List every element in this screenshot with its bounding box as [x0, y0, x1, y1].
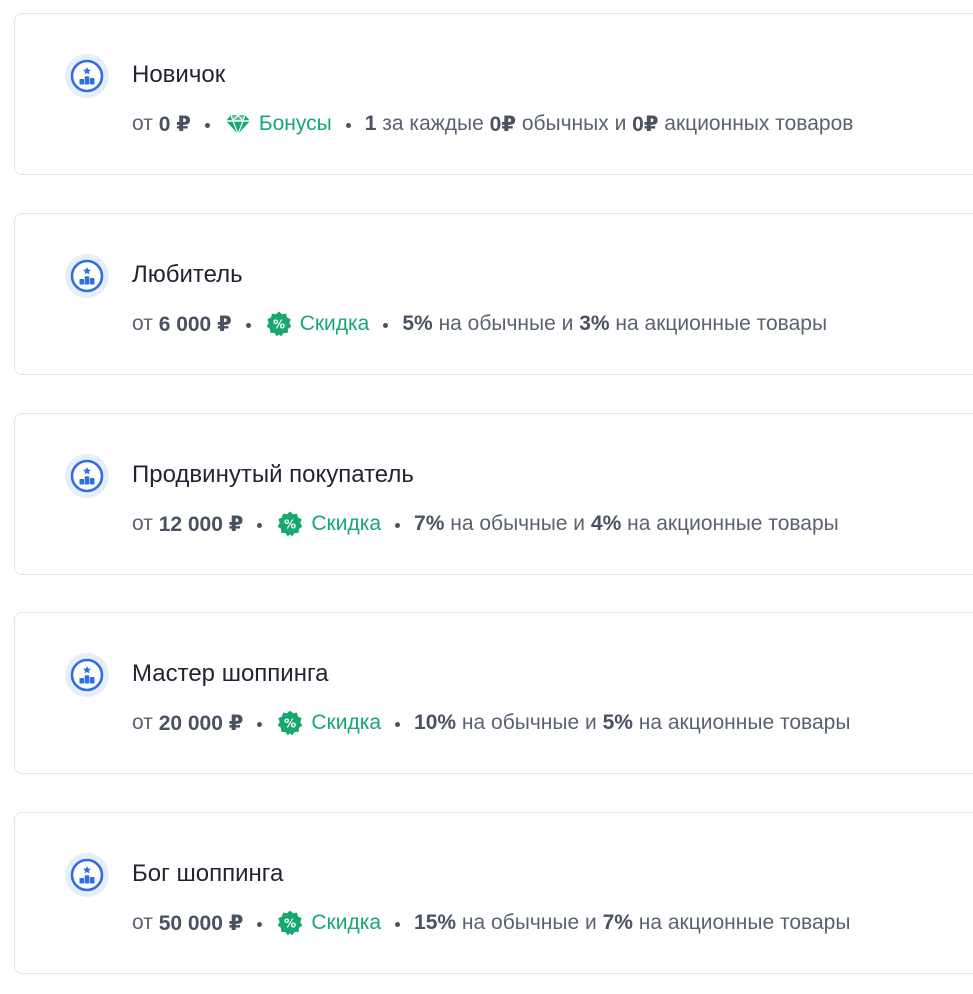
- threshold-prefix: от: [132, 512, 153, 535]
- separator-dot: [383, 322, 389, 328]
- threshold-amount: 50 000 ₽: [158, 911, 244, 935]
- promo-discount-text: на акционные товары: [638, 711, 851, 734]
- bonus-regular-text: обычных и: [521, 112, 627, 135]
- separator-dot: [395, 721, 401, 727]
- regular-discount: 5%: [402, 312, 433, 335]
- level-title: Продвинутый покупатель: [132, 461, 414, 488]
- svg-text:%: %: [284, 717, 296, 731]
- regular-discount-text: на обычные и: [461, 711, 597, 734]
- level-title: Бог шоппинга: [132, 860, 284, 887]
- discount-percent-icon: %: [276, 510, 304, 538]
- benefit-label: Скидка: [311, 512, 382, 535]
- level-podium-icon: [65, 254, 109, 298]
- level-meta: от 50 000 ₽ % Скидка 15% на обычные и 7%…: [132, 908, 850, 938]
- regular-discount-text: на обычные и: [438, 312, 574, 335]
- level-podium-icon: [65, 54, 109, 98]
- separator-dot: [395, 921, 401, 927]
- benefit-label: Бонусы: [258, 112, 332, 135]
- level-meta: от 12 000 ₽ % Скидка 7% на обычные и 4% …: [132, 509, 839, 539]
- promo-discount-text: на акционные товары: [638, 911, 851, 934]
- threshold-amount: 20 000 ₽: [158, 711, 244, 735]
- threshold-amount: 6 000 ₽: [158, 312, 232, 336]
- discount-percent-icon: %: [265, 310, 293, 338]
- promo-discount: 3%: [579, 312, 610, 335]
- level-title: Любитель: [132, 261, 243, 288]
- threshold-prefix: от: [132, 112, 153, 135]
- level-card-shopping-master: Мастер шоппинга от 20 000 ₽ % Скидка 10%…: [14, 612, 973, 774]
- separator-dot: [245, 322, 251, 328]
- level-title: Мастер шоппинга: [132, 660, 329, 687]
- level-card-amateur: Любитель от 6 000 ₽ % Скидка 5% на обычн…: [14, 213, 973, 375]
- bonus-regular-sum: 0₽: [489, 112, 516, 136]
- diamond-icon: [224, 110, 252, 138]
- regular-discount: 10%: [414, 711, 457, 734]
- level-podium-icon: [65, 454, 109, 498]
- svg-text:%: %: [284, 518, 296, 532]
- separator-dot: [257, 522, 263, 528]
- bonus-promo-sum: 0₽: [632, 112, 659, 136]
- level-meta: от 6 000 ₽ % Скидка 5% на обычные и 3% н…: [132, 309, 827, 339]
- svg-text:%: %: [273, 318, 285, 332]
- promo-discount-text: на акционные товары: [627, 512, 839, 535]
- svg-text:%: %: [284, 917, 296, 931]
- separator-dot: [257, 721, 263, 727]
- separator-dot: [257, 921, 263, 927]
- bonus-promo-text: акционных товаров: [664, 112, 854, 135]
- level-podium-icon: [65, 853, 109, 897]
- bonus-amount: 1: [364, 112, 377, 135]
- separator-dot: [345, 122, 351, 128]
- level-card-advanced: Продвинутый покупатель от 12 000 ₽ % Ски…: [14, 413, 973, 575]
- threshold-amount: 12 000 ₽: [158, 512, 244, 536]
- benefit-label: Скидка: [299, 312, 370, 335]
- discount-percent-icon: %: [276, 909, 304, 937]
- regular-discount: 7%: [414, 512, 445, 535]
- threshold-amount: 0 ₽: [158, 112, 191, 136]
- regular-discount-text: на обычные и: [461, 911, 597, 934]
- level-podium-icon: [65, 653, 109, 697]
- threshold-prefix: от: [132, 312, 153, 335]
- discount-percent-icon: %: [276, 709, 304, 737]
- level-meta: от 20 000 ₽ % Скидка 10% на обычные и 5%…: [132, 708, 850, 738]
- threshold-prefix: от: [132, 711, 153, 734]
- level-meta: от 0 ₽ Бонусы 1 за каждые 0₽ обычных и 0…: [132, 109, 853, 139]
- level-card-novice: Новичок от 0 ₽ Бонусы 1 за каждые 0₽ обы…: [14, 13, 973, 175]
- level-card-shopping-god: Бог шоппинга от 50 000 ₽ % Скидка 15% на…: [14, 812, 973, 974]
- bonus-per-text: за каждые: [382, 112, 484, 135]
- promo-discount: 7%: [602, 911, 633, 934]
- regular-discount: 15%: [414, 911, 457, 934]
- loyalty-levels-list: Новичок от 0 ₽ Бонусы 1 за каждые 0₽ обы…: [0, 0, 973, 994]
- regular-discount-text: на обычные и: [450, 512, 586, 535]
- promo-discount: 5%: [602, 711, 633, 734]
- benefit-label: Скидка: [311, 711, 382, 734]
- separator-dot: [395, 522, 401, 528]
- benefit-label: Скидка: [311, 911, 382, 934]
- promo-discount: 4%: [590, 512, 622, 535]
- threshold-prefix: от: [132, 911, 153, 934]
- promo-discount-text: на акционные товары: [615, 312, 828, 335]
- separator-dot: [204, 122, 210, 128]
- level-title: Новичок: [132, 61, 226, 88]
